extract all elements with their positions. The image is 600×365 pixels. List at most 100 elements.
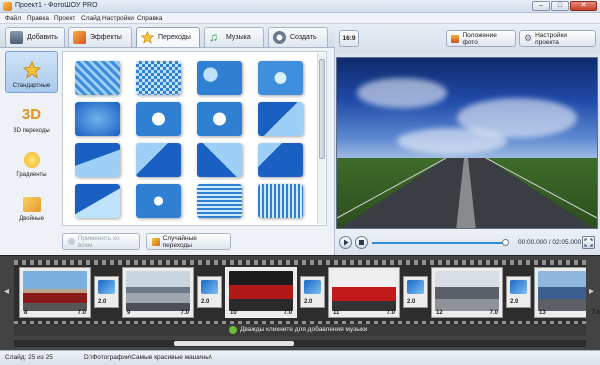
slide-duration: 7.0 (591, 310, 600, 316)
slide-number: 10 (230, 310, 237, 316)
transition-thumb[interactable] (258, 102, 303, 136)
timeline-slide[interactable]: 12 7.0 (431, 267, 503, 318)
transition-thumb[interactable] (197, 61, 242, 95)
play-icon (344, 239, 349, 246)
transition-thumb[interactable] (75, 184, 120, 218)
timeline-right-arrow[interactable]: ▸ (589, 286, 594, 297)
category-gradients-label: Градиенты (16, 172, 47, 178)
folder-path: D:\Фотографии\Самые красивые машины\ (84, 354, 212, 361)
timeline-slide[interactable]: 11 7.0 (328, 267, 400, 318)
tab-create[interactable]: Создать (268, 27, 328, 47)
transition-thumb[interactable] (136, 143, 181, 177)
transition-thumb[interactable] (197, 184, 242, 218)
fullscreen-button[interactable] (582, 236, 595, 249)
transition-thumb[interactable] (197, 102, 242, 136)
category-gradients[interactable]: Градиенты (5, 139, 58, 181)
random-transitions-button[interactable]: Случайные переходы (146, 233, 231, 250)
photo-position-icon (451, 34, 460, 43)
menu-slide[interactable]: Слайд (81, 15, 101, 22)
minimize-button[interactable]: – (532, 1, 550, 11)
slide-duration: 7.0 (386, 310, 395, 316)
tab-transitions-label: Переходы (158, 34, 191, 41)
apply-all-button[interactable]: Применить ко всем (62, 233, 140, 250)
timeline: ◂ ▸ 8 7.0 2.0 9 7.0 2.0 10 7.0 2.0 11 7.… (0, 255, 600, 350)
stop-button[interactable] (355, 236, 368, 249)
timeline-scrollbar[interactable] (14, 340, 586, 347)
tab-bar: Добавить Эффекты Переходы ♫ Музыка Созда… (0, 24, 335, 48)
timeline-transition[interactable]: 2.0 (506, 276, 531, 308)
close-button[interactable]: ✕ (570, 1, 597, 11)
transition-thumb[interactable] (258, 143, 303, 177)
transition-icon (407, 280, 424, 294)
tab-add[interactable]: Добавить (5, 27, 65, 47)
gear-icon: ⚙ (524, 33, 533, 43)
menu-help[interactable]: Справка (137, 15, 163, 22)
gradient-icon (23, 152, 40, 168)
project-settings-button[interactable]: ⚙ Настройки проекта (519, 30, 596, 47)
tab-music-label: Музыка (226, 34, 251, 41)
transition-thumb[interactable] (258, 184, 303, 218)
menu-settings[interactable]: Настройки (102, 15, 134, 22)
menu-project[interactable]: Проект (54, 15, 75, 22)
transition-icon (201, 280, 218, 294)
tab-create-label: Создать (290, 34, 317, 41)
time-display: 00:00.000 / 02:05.000 (518, 239, 582, 246)
tab-transitions[interactable]: Переходы (136, 27, 200, 47)
menu-bar: Файл Правка Проект Слайд Настройки Справ… (0, 13, 600, 24)
window-title: Проект1 - ФотоШОУ PRO (15, 2, 98, 9)
transition-thumb[interactable] (75, 143, 120, 177)
timeline-slide[interactable]: 13 7.0 (534, 267, 600, 318)
play-button[interactable] (339, 236, 352, 249)
menu-file[interactable]: Файл (5, 15, 21, 22)
category-standard[interactable]: Стандартные (5, 51, 58, 93)
slide-number: 12 (436, 310, 443, 316)
timeline-left-arrow[interactable]: ◂ (4, 286, 9, 297)
transition-thumb[interactable] (136, 184, 181, 218)
music-hint[interactable]: Дважды кликните для добавления музыки (240, 326, 367, 333)
transition-thumb[interactable] (75, 61, 120, 95)
timeline-transition[interactable]: 2.0 (300, 276, 325, 308)
category-double[interactable]: Двойные (5, 183, 58, 225)
tab-add-label: Добавить (27, 34, 58, 41)
slide-thumbnail (23, 271, 87, 311)
timeline-slide[interactable]: 10 7.0 (225, 267, 297, 318)
transition-thumb[interactable] (258, 61, 303, 95)
random-icon (152, 237, 160, 246)
tab-music[interactable]: ♫ Музыка (204, 27, 264, 47)
photo-position-label: Положение фото (462, 31, 497, 46)
slide-number: 13 (539, 310, 546, 316)
transition-duration: 2.0 (510, 299, 519, 305)
slide-duration: 7.0 (77, 310, 86, 316)
category-3d[interactable]: 3D 3D переходы (5, 95, 58, 137)
photo-position-button[interactable]: Положение фото (446, 30, 516, 47)
transition-thumb[interactable] (136, 61, 181, 95)
double-icon (22, 197, 41, 212)
category-3d-label: 3D переходы (13, 128, 50, 134)
slide-count: Слайд: 25 из 25 (5, 354, 53, 361)
progress-knob[interactable] (502, 239, 509, 246)
filmstrip: 8 7.0 2.0 9 7.0 2.0 10 7.0 2.0 11 7.0 2.… (14, 260, 600, 326)
grid-scrollbar[interactable] (317, 53, 325, 224)
slide-number: 8 (24, 310, 28, 316)
timeline-transition[interactable]: 2.0 (94, 276, 119, 308)
tab-effects[interactable]: Эффекты (68, 27, 132, 47)
transition-thumb[interactable] (197, 143, 242, 177)
camera-icon (10, 31, 23, 44)
timeline-transition[interactable]: 2.0 (403, 276, 428, 308)
3d-icon: 3D (21, 106, 42, 123)
grid-scrollbar-thumb[interactable] (319, 59, 325, 159)
transition-icon (98, 280, 115, 294)
transition-thumb[interactable] (136, 102, 181, 136)
aspect-ratio-button[interactable]: 16:9 (339, 30, 359, 47)
transition-thumb[interactable] (75, 102, 120, 136)
timeline-slide[interactable]: 9 7.0 (122, 267, 194, 318)
maximize-button[interactable]: □ (551, 1, 569, 11)
app-icon (3, 2, 12, 11)
menu-edit[interactable]: Правка (27, 15, 49, 22)
timeline-scrollbar-thumb[interactable] (174, 341, 294, 346)
progress-track[interactable] (372, 242, 505, 244)
timeline-slide[interactable]: 8 7.0 (19, 267, 91, 318)
slide-thumbnail (538, 271, 586, 311)
timeline-transition[interactable]: 2.0 (197, 276, 222, 308)
category-double-label: Двойные (19, 216, 44, 222)
